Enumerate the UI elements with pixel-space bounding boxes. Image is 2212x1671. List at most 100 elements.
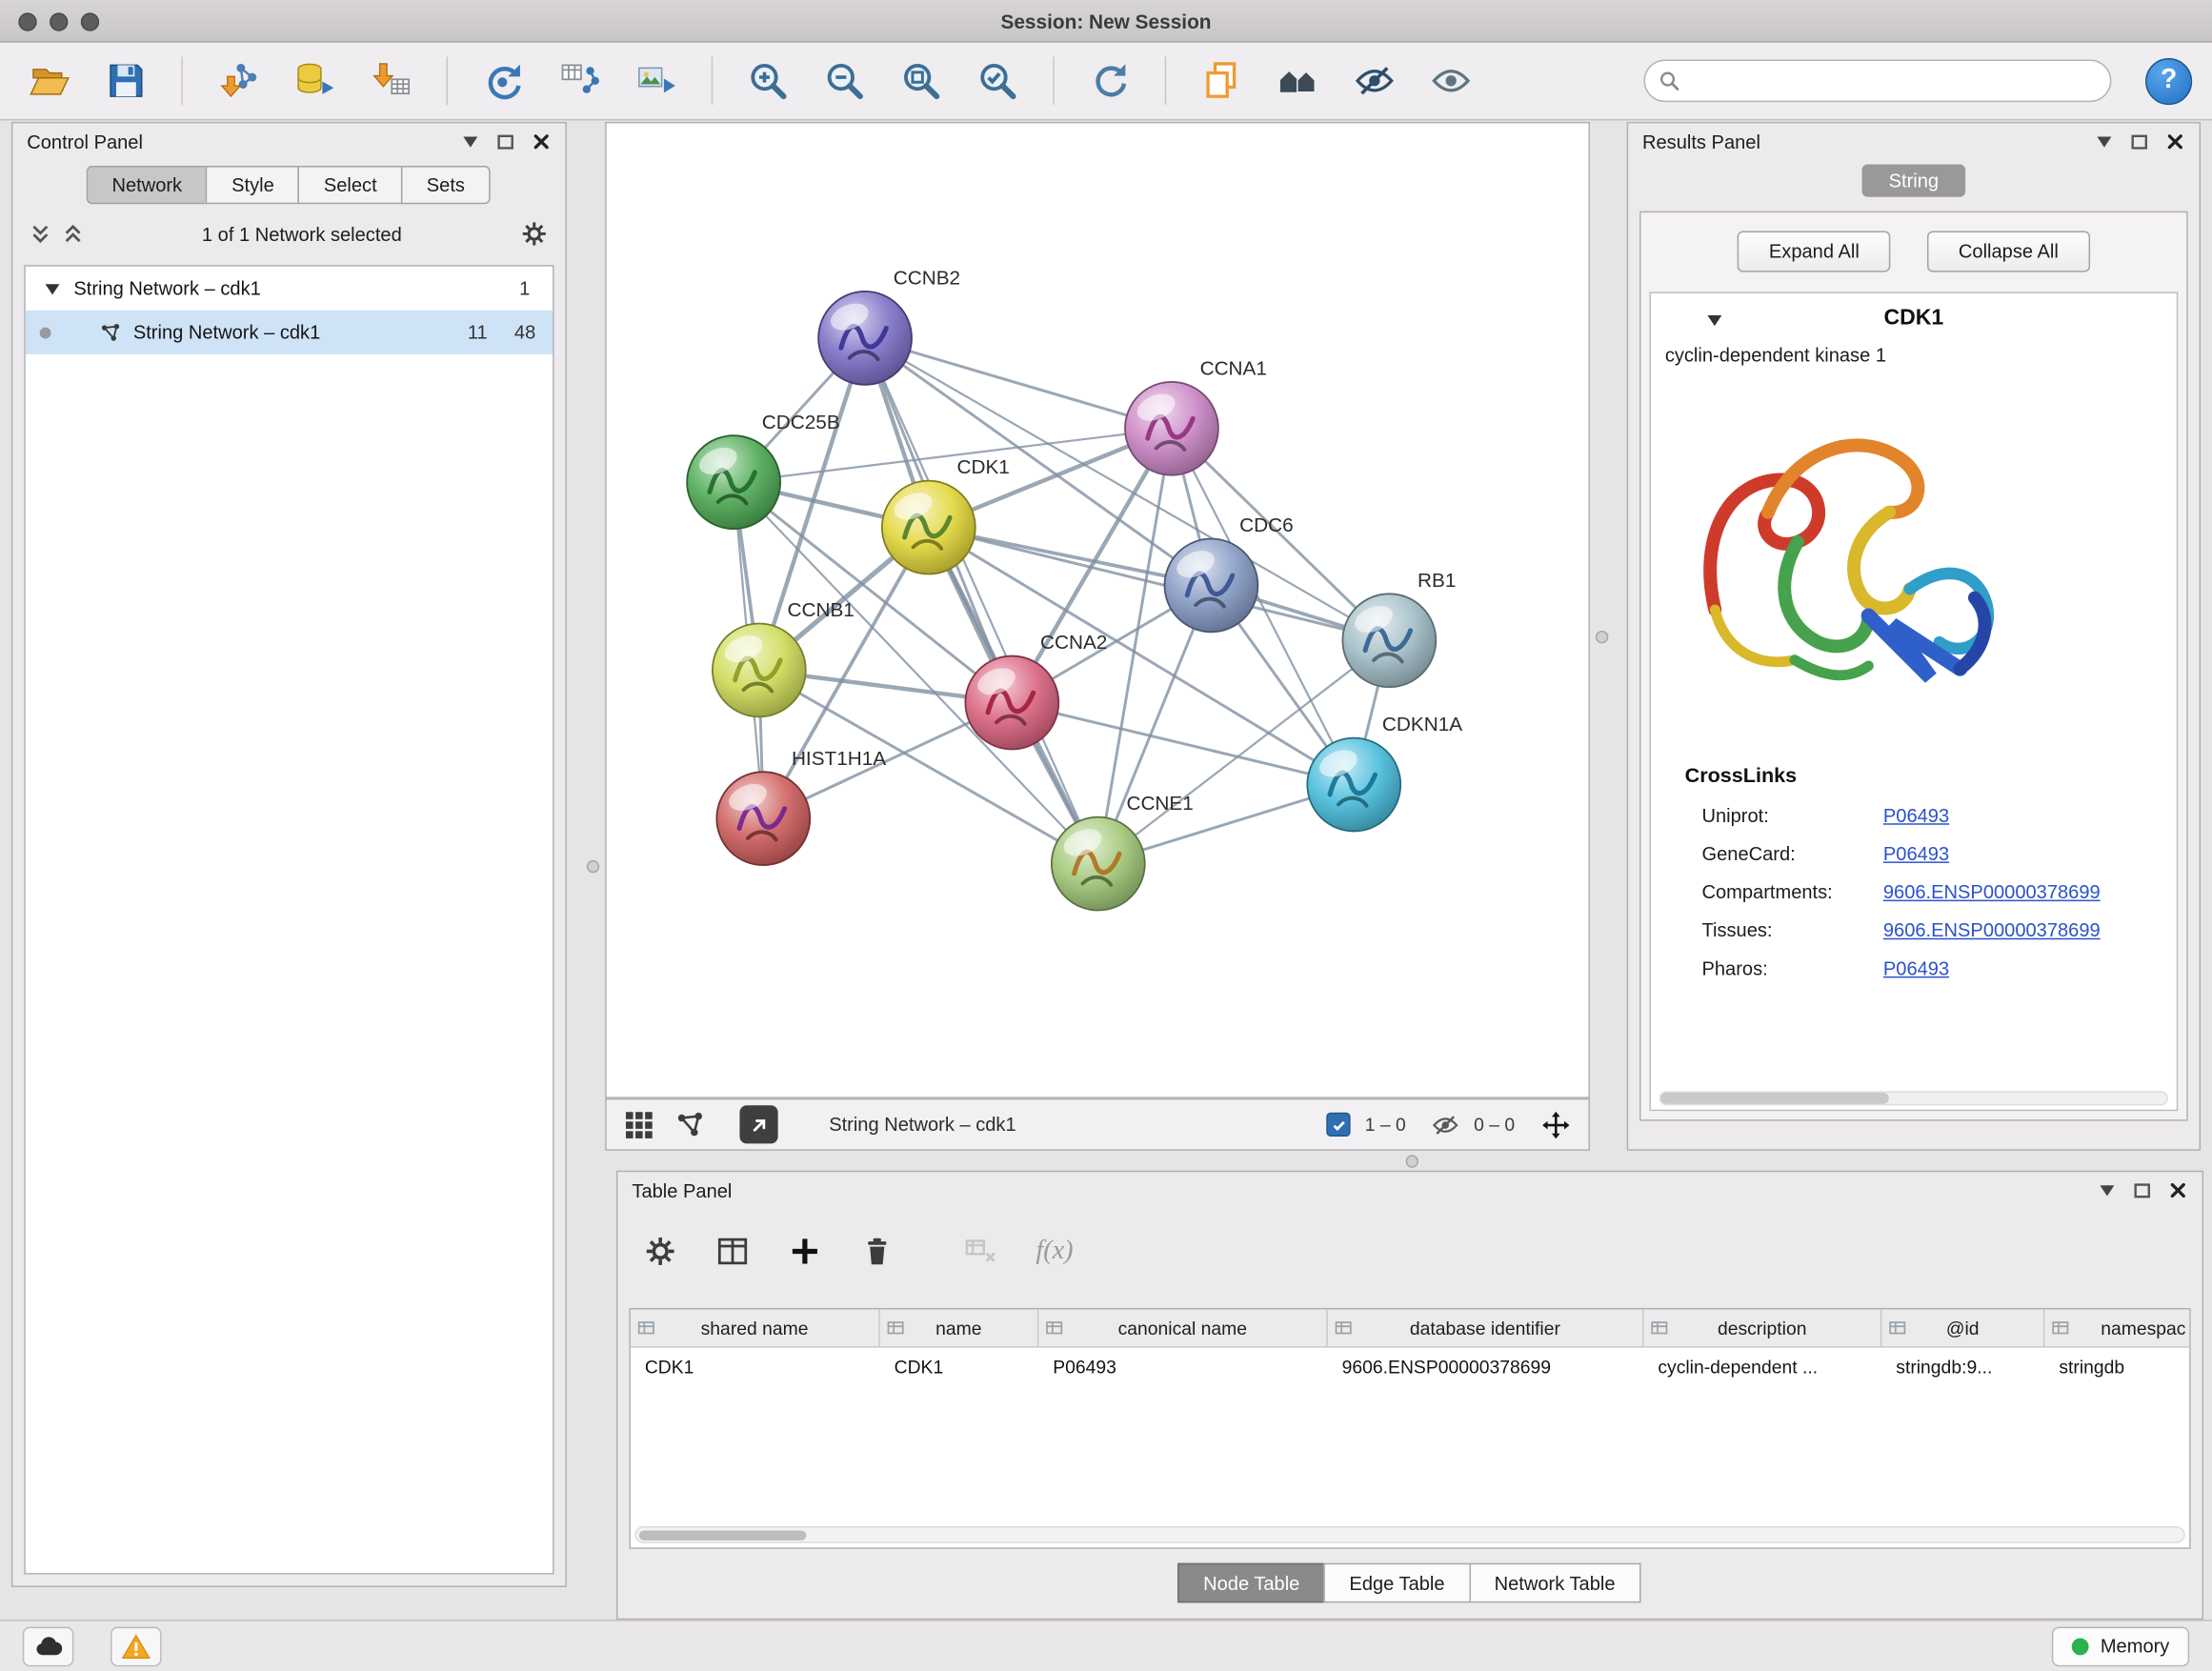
entry-collapse-caret-icon[interactable]	[1704, 311, 1724, 331]
column-header-shared-name[interactable]: shared name	[631, 1309, 880, 1346]
control-panel-float-button[interactable]	[496, 131, 516, 151]
window-close-button[interactable]	[18, 12, 36, 30]
warning-icon	[120, 1631, 151, 1662]
right-splitter-handle[interactable]	[1596, 631, 1608, 643]
graph-node-CDC25B[interactable]: CDC25B	[687, 412, 839, 529]
new-network-button[interactable]	[473, 51, 533, 111]
network-overview-button[interactable]	[674, 1109, 706, 1140]
warnings-button[interactable]	[111, 1626, 162, 1666]
first-neighbors-button[interactable]	[1268, 51, 1327, 111]
results-panel-float-button[interactable]	[2130, 131, 2150, 151]
window-minimize-button[interactable]	[50, 12, 68, 30]
refresh-button[interactable]	[1079, 51, 1138, 111]
import-table-button[interactable]	[361, 51, 420, 111]
zoom-out-button[interactable]	[814, 51, 874, 111]
pan-move-icon[interactable]	[1540, 1109, 1572, 1140]
tab-sets[interactable]: Sets	[401, 166, 491, 204]
graph-node-HIST1H1A[interactable]: HIST1H1A	[716, 748, 886, 865]
table-panel-close-button[interactable]	[2168, 1180, 2188, 1200]
open-in-browser-button[interactable]	[739, 1105, 777, 1143]
zoom-in-button[interactable]	[738, 51, 797, 111]
graph-node-CDKN1A[interactable]: CDKN1A	[1307, 714, 1462, 831]
duplicate-button[interactable]	[1192, 51, 1251, 111]
toolbar-separator	[712, 57, 713, 106]
uniprot-link[interactable]: P06493	[1883, 805, 1949, 826]
collapse-all-networks-icon[interactable]	[30, 223, 50, 244]
network-options-gear-icon[interactable]	[520, 220, 549, 249]
tab-network[interactable]: Network	[87, 166, 208, 204]
function-builder-button[interactable]: f(x)	[1036, 1236, 1073, 1267]
column-header-namespace[interactable]: namespac	[2044, 1309, 2190, 1346]
results-horizontal-scrollbar[interactable]	[1659, 1091, 2168, 1105]
external-link-icon	[745, 1110, 774, 1138]
graph-node-CCNB2[interactable]: CCNB2	[818, 267, 960, 384]
horizontal-splitter-handle[interactable]	[1406, 1155, 1418, 1167]
crosslink-row: Uniprot: P06493	[1651, 796, 2177, 835]
graph-node-CDK1[interactable]: CDK1	[882, 456, 1010, 574]
save-session-button[interactable]	[96, 51, 155, 111]
import-network-database-button[interactable]	[285, 51, 344, 111]
table-row[interactable]: CDK1 CDK1 P06493 9606.ENSP00000378699 cy…	[631, 1348, 2189, 1386]
column-header-canonical-name[interactable]: canonical name	[1038, 1309, 1327, 1346]
tree-caret-icon[interactable]	[43, 278, 63, 298]
tissues-link[interactable]: 9606.ENSP00000378699	[1883, 919, 2101, 940]
show-columns-button[interactable]	[715, 1235, 750, 1269]
column-header-database-identifier[interactable]: database identifier	[1328, 1309, 1644, 1346]
create-column-button[interactable]	[788, 1235, 822, 1269]
network-graph[interactable]: CCNB2CCNA1CDC25BCDK1CDC6RB1CCNB1CCNA2CDK…	[607, 123, 1589, 1097]
column-header-description[interactable]: description	[1644, 1309, 1882, 1346]
clear-table-button[interactable]	[963, 1235, 997, 1269]
selected-checkbox[interactable]	[1327, 1113, 1351, 1137]
help-button[interactable]: ?	[2145, 57, 2192, 104]
tab-select[interactable]: Select	[298, 166, 402, 204]
show-all-button[interactable]	[1421, 51, 1480, 111]
crosslink-label: Tissues:	[1701, 919, 1882, 940]
network-canvas[interactable]: CCNB2CCNA1CDC25BCDK1CDC6RB1CCNB1CCNA2CDK…	[605, 122, 1590, 1098]
cloud-status-button[interactable]	[23, 1626, 74, 1666]
entry-name: CDK1	[1883, 306, 1943, 332]
column-header-name[interactable]: name	[880, 1309, 1039, 1346]
graph-node-RB1[interactable]: RB1	[1342, 570, 1456, 687]
cell-shared-name: CDK1	[631, 1357, 880, 1378]
network-row[interactable]: String Network – cdk1 11 48	[26, 311, 553, 354]
tab-string[interactable]: String	[1861, 165, 1965, 197]
search-input[interactable]	[1689, 70, 2096, 91]
compartments-link[interactable]: 9606.ENSP00000378699	[1883, 881, 2101, 902]
export-image-button[interactable]	[626, 51, 685, 111]
table-panel-collapse-button[interactable]	[2098, 1180, 2118, 1200]
table-panel-float-button[interactable]	[2133, 1180, 2153, 1200]
birdseye-view-button[interactable]	[624, 1109, 655, 1140]
table-scrollbar-thumb[interactable]	[639, 1531, 807, 1540]
open-session-button[interactable]	[20, 51, 79, 111]
delete-column-button[interactable]	[860, 1235, 895, 1269]
results-panel: Results Panel String Expand All Collapse…	[1627, 122, 2201, 1151]
hide-selected-button[interactable]	[1345, 51, 1404, 111]
zoom-fit-button[interactable]	[892, 51, 951, 111]
network-from-table-button[interactable]	[550, 51, 609, 111]
caret-down-icon	[2095, 131, 2115, 151]
zoom-selected-button[interactable]	[968, 51, 1027, 111]
tab-node-table[interactable]: Node Table	[1177, 1563, 1325, 1603]
graph-node-CCNA1[interactable]: CCNA1	[1125, 357, 1267, 474]
import-network-file-button[interactable]	[209, 51, 268, 111]
tab-network-table[interactable]: Network Table	[1469, 1563, 1640, 1603]
window-zoom-button[interactable]	[81, 12, 99, 30]
column-header-id[interactable]: @id	[1881, 1309, 2044, 1346]
memory-button[interactable]: Memory	[2052, 1626, 2189, 1666]
results-scrollbar-thumb[interactable]	[1660, 1093, 1888, 1104]
genecard-link[interactable]: P06493	[1883, 843, 1949, 864]
network-collection-row[interactable]: String Network – cdk1 1	[26, 267, 553, 311]
control-panel-close-button[interactable]	[532, 131, 552, 151]
expand-all-networks-icon[interactable]	[62, 223, 83, 244]
results-panel-collapse-button[interactable]	[2095, 131, 2115, 151]
expand-all-button[interactable]: Expand All	[1738, 231, 1890, 272]
tab-style[interactable]: Style	[206, 166, 299, 204]
collapse-all-button[interactable]: Collapse All	[1927, 231, 2089, 272]
table-settings-button[interactable]	[643, 1235, 677, 1269]
control-panel-collapse-button[interactable]	[460, 131, 480, 151]
results-panel-close-button[interactable]	[2165, 131, 2185, 151]
table-horizontal-scrollbar[interactable]	[634, 1526, 2184, 1543]
left-splitter-handle[interactable]	[587, 860, 599, 873]
pharos-link[interactable]: P06493	[1883, 958, 1949, 979]
tab-edge-table[interactable]: Edge Table	[1324, 1563, 1471, 1603]
